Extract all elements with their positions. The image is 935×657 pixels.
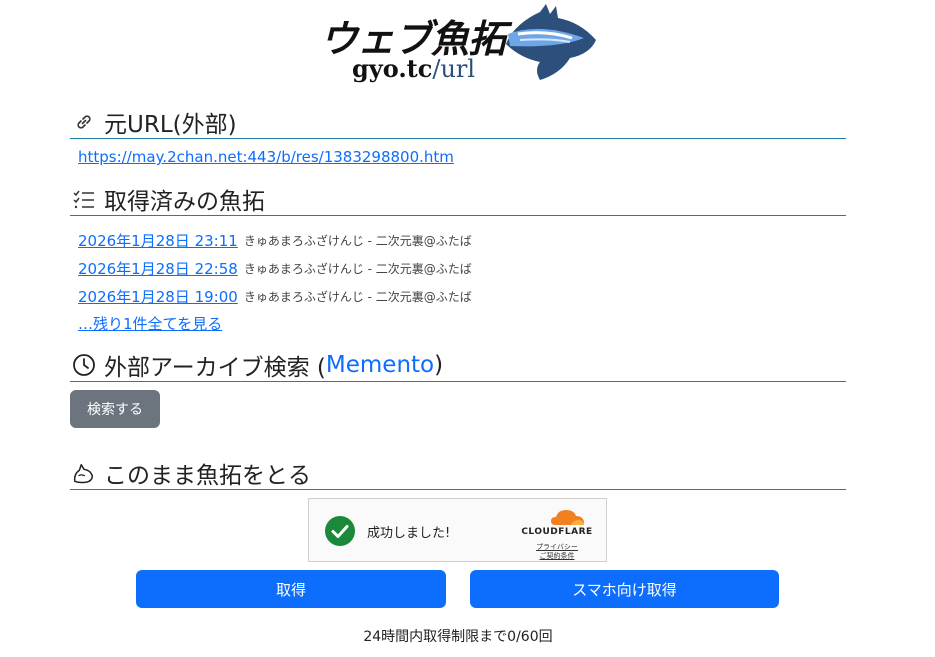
archive-meta: きゅあまろふざけんじ - 二次元裏@ふたば (243, 261, 472, 276)
list-item: 2026年1月28日 22:58 きゅあまろふざけんじ - 二次元裏@ふたば (78, 254, 472, 282)
original-url-section: 元URL(外部) (70, 106, 846, 139)
show-all-link[interactable]: …残り1件全てを見る (78, 313, 222, 334)
fish-logo-icon (506, 4, 596, 80)
logo-subtitle: gyo.tc/url (352, 54, 475, 83)
logo-path: /url (432, 55, 476, 83)
capture-button[interactable]: 取得 (136, 570, 446, 608)
fish-icon (72, 461, 96, 485)
captcha-status: 成功しました! (367, 526, 451, 541)
link-icon (72, 110, 96, 134)
list-item: 2026年1月28日 19:00 きゅあまろふざけんじ - 二次元裏@ふたば (78, 282, 472, 310)
archives-heading: 取得済みの魚拓 (70, 183, 846, 216)
archive-date-link[interactable]: 2026年1月28日 22:58 (78, 258, 238, 279)
clock-icon (72, 353, 96, 377)
cloudflare-captcha[interactable]: 成功しました! CLOUDFLARE プライバシー ご契約条件 (308, 498, 607, 562)
original-url-heading-text: 元URL(外部) (104, 112, 237, 138)
mobile-capture-button[interactable]: スマホ向け取得 (470, 570, 779, 608)
terms-link[interactable]: ご契約条件 (517, 551, 597, 561)
success-check-icon (325, 516, 355, 546)
original-url-link[interactable]: https://may.2chan.net:443/b/res/13832988… (78, 148, 454, 166)
cloud-icon (551, 510, 584, 525)
external-search-heading-suffix: ) (434, 352, 444, 378)
external-search-section: 外部アーカイブ検索 (Memento) (70, 349, 846, 382)
memento-link[interactable]: Memento (326, 352, 434, 378)
capture-limit-text: 24時間内取得制限まで0/60回 (363, 629, 553, 645)
archive-date-link[interactable]: 2026年1月28日 23:11 (78, 230, 238, 251)
original-url-heading: 元URL(外部) (70, 106, 846, 139)
archive-meta: きゅあまろふざけんじ - 二次元裏@ふたば (243, 289, 472, 304)
search-button[interactable]: 検索する (70, 390, 160, 428)
archive-date-link[interactable]: 2026年1月28日 19:00 (78, 286, 238, 307)
cloudflare-brand: CLOUDFLARE プライバシー ご契約条件 (517, 507, 597, 561)
external-search-heading: 外部アーカイブ検索 (Memento) (70, 349, 846, 382)
capture-heading: このまま魚拓をとる (70, 457, 846, 490)
logo-domain: gyo.tc (352, 54, 433, 83)
archive-meta: きゅあまろふざけんじ - 二次元裏@ふたば (243, 233, 472, 248)
capture-heading-text: このまま魚拓をとる (104, 463, 311, 489)
site-logo[interactable]: ウェブ魚拓 gyo.tc/url (318, 4, 608, 84)
archives-list: 2026年1月28日 23:11 きゅあまろふざけんじ - 二次元裏@ふたば 2… (78, 226, 472, 310)
archives-heading-text: 取得済みの魚拓 (104, 189, 265, 215)
list-icon (72, 187, 96, 211)
archives-section: 取得済みの魚拓 (70, 183, 846, 216)
capture-section: このまま魚拓をとる (70, 457, 846, 490)
cloudflare-wordmark: CLOUDFLARE (521, 527, 593, 537)
external-search-heading-prefix: 外部アーカイブ検索 ( (104, 355, 326, 381)
list-item: 2026年1月28日 23:11 きゅあまろふざけんじ - 二次元裏@ふたば (78, 226, 472, 254)
